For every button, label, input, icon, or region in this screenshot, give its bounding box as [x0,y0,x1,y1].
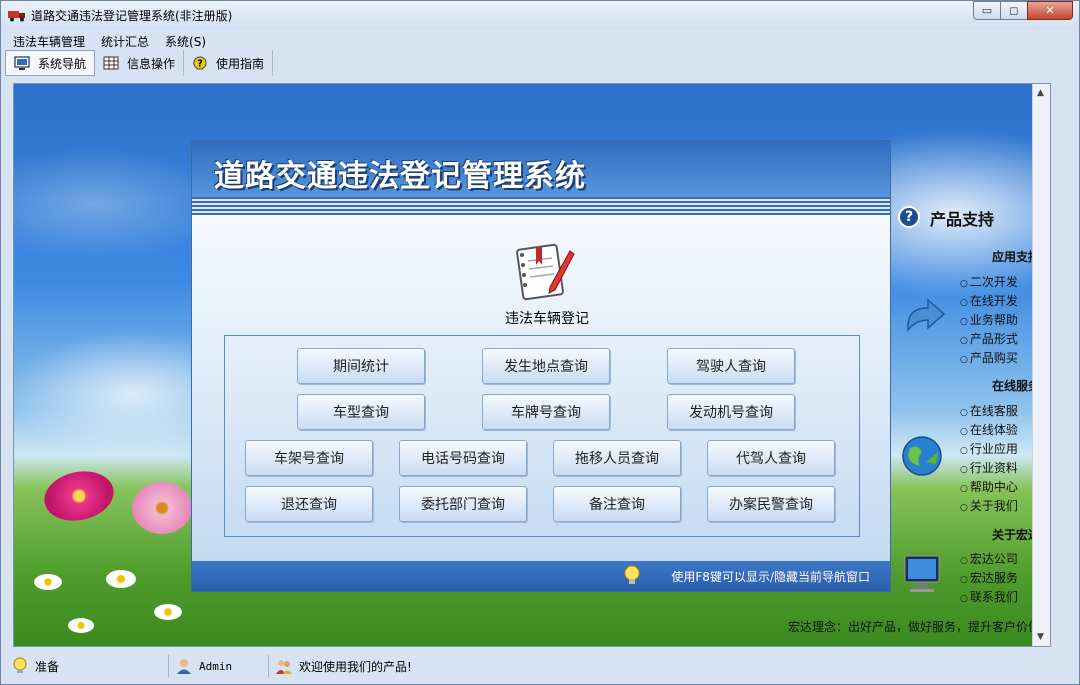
menu-statistics[interactable]: 统计汇总 [93,31,157,49]
pink-flower [132,482,192,534]
white-flower [34,574,62,590]
vehicle-type-query-button[interactable]: 车型查询 [297,394,425,430]
tow-staff-query-button[interactable]: 拖移人员查询 [553,440,681,476]
dept-query-button[interactable]: 委托部门查询 [399,486,527,522]
location-query-button[interactable]: 发生地点查询 [482,348,610,384]
toolbar-guide-button[interactable]: ? 使用指南 [184,50,274,76]
link-contact-us[interactable]: 联系我们 [960,588,1018,605]
link-online-cs[interactable]: 在线客服 [960,402,1018,419]
driver-query-button[interactable]: 驾驶人查询 [667,348,795,384]
link-hongda-service[interactable]: 宏达服务 [960,569,1018,586]
globe-icon [902,436,942,476]
app-window: 道路交通违法登记管理系统(非注册版) ▭ ◻ ✕ 违法车辆管理 统计汇总 系统(… [0,0,1080,685]
status-welcome-text: 欢迎使用我们的产品! [299,659,412,674]
user-icon [177,659,191,674]
people-icon [276,660,292,674]
svg-text:?: ? [197,59,203,70]
minimize-icon: ▭ [981,4,993,17]
link-about-us[interactable]: 关于我们 [960,497,1018,514]
help-icon: ? [193,56,207,70]
link-online-dev[interactable]: 在线开发 [960,292,1018,309]
white-flower [68,618,94,633]
maximize-button[interactable]: ◻ [1000,1,1028,20]
officer-query-button[interactable]: 办案民警查询 [707,486,835,522]
register-label[interactable]: 违法车辆登记 [482,308,612,328]
toolbar-guide-label: 使用指南 [216,56,265,71]
scroll-up-icon[interactable]: ▲ [1037,88,1044,98]
header-divider [192,197,890,215]
link-secondary-dev[interactable]: 二次开发 [960,273,1018,290]
title-bar: 道路交通违法登记管理系统(非注册版) ▭ ◻ ✕ [1,1,1079,29]
minimize-button[interactable]: ▭ [973,1,1001,20]
bulb-icon [624,565,640,584]
f8-hint: 使用F8键可以显示/隐藏当前导航窗口 [671,570,870,584]
frame-no-query-button[interactable]: 车架号查询 [245,440,373,476]
computer-icon [904,555,940,592]
status-ready: 准备 [5,655,169,677]
toolbar-info-ops-button[interactable]: 信息操作 [95,50,185,76]
close-icon: ✕ [1045,4,1055,17]
link-industry-docs[interactable]: 行业资料 [960,459,1018,476]
window-controls: ▭ ◻ ✕ [973,1,1073,21]
truck-icon [8,11,25,22]
notebook-pen-icon[interactable] [512,241,576,303]
grid-icon [103,56,119,70]
status-user-text: Admin [199,659,233,673]
support-title: 产品支持 [930,210,995,229]
arrow-icon [907,298,946,333]
menu-vehicle-management[interactable]: 违法车辆管理 [5,31,93,49]
link-business-help[interactable]: 业务帮助 [960,311,1018,328]
navigation-area: 道路交通违法登记管理系统 违法车辆登记 期间统计 发生地点查询 驾驶人查询 车型… [13,83,1051,647]
query-button-group: 期间统计 发生地点查询 驾驶人查询 车型查询 车牌号查询 发动机号查询 车架号查… [224,335,860,537]
panel-footer: 使用F8键可以显示/隐藏当前导航窗口 [192,561,890,591]
menu-system[interactable]: 系统(S) [157,31,214,49]
window-title: 道路交通违法登记管理系统(非注册版) [31,9,233,23]
white-flower [106,570,136,588]
panel-header: 道路交通违法登记管理系统 [192,141,890,197]
panel-title: 道路交通违法登记管理系统 [214,159,586,194]
link-product-purchase[interactable]: 产品购买 [960,349,1018,366]
link-hongda-company[interactable]: 宏达公司 [960,550,1018,567]
vertical-scrollbar[interactable]: ▲ ▼ [1032,84,1050,646]
monitor-icon [14,56,30,70]
proxy-driver-query-button[interactable]: 代驾人查询 [707,440,835,476]
toolbar-system-nav-label: 系统导航 [38,56,87,71]
engine-no-query-button[interactable]: 发动机号查询 [667,394,795,430]
close-button[interactable]: ✕ [1027,1,1073,20]
link-product-form[interactable]: 产品形式 [960,330,1018,347]
toolbar-system-nav-button[interactable]: 系统导航 [5,50,96,76]
navigation-panel: 道路交通违法登记管理系统 违法车辆登记 期间统计 发生地点查询 驾驶人查询 车型… [191,140,891,592]
pink-flower [39,465,119,527]
toolbar-info-ops-label: 信息操作 [127,56,176,71]
link-help-center[interactable]: 帮助中心 [960,478,1018,495]
status-ready-text: 准备 [35,659,60,674]
phone-query-button[interactable]: 电话号码查询 [399,440,527,476]
status-user: Admin [169,655,269,677]
maximize-icon: ◻ [1009,4,1019,17]
menu-bar: 违法车辆管理 统计汇总 系统(S) [5,31,214,49]
white-flower [154,604,182,620]
status-welcome: 欢迎使用我们的产品! [269,655,418,677]
link-online-trial[interactable]: 在线体验 [960,421,1018,438]
plate-query-button[interactable]: 车牌号查询 [482,394,610,430]
question-icon: ? [898,206,920,228]
return-query-button[interactable]: 退还查询 [245,486,373,522]
scroll-down-icon[interactable]: ▼ [1037,632,1044,642]
link-industry-app[interactable]: 行业应用 [960,440,1018,457]
toolbar: 系统导航 信息操作 ? 使用指南 [5,49,274,77]
remark-query-button[interactable]: 备注查询 [553,486,681,522]
period-stats-button[interactable]: 期间统计 [297,348,425,384]
bulb-icon [13,657,27,673]
company-motto: 宏达理念：出好产品，做好服务，提升客户价值！ [788,620,1051,634]
status-bar: 准备 Admin 欢迎使用我们的产品! [5,653,1077,679]
